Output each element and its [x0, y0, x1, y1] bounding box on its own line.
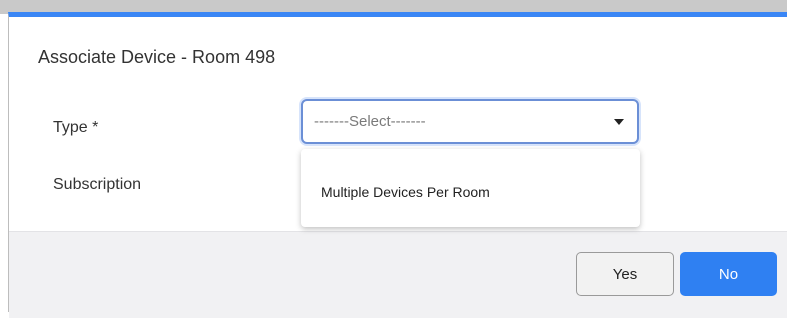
yes-button[interactable]: Yes: [576, 252, 674, 296]
no-button[interactable]: No: [680, 252, 777, 296]
subscription-label: Subscription: [53, 176, 142, 193]
dialog-footer: Yes No: [9, 231, 787, 318]
dialog-title: Associate Device - Room 498: [38, 47, 276, 67]
dropdown-option-multiple-devices-per-room[interactable]: Multiple Devices Per Room: [321, 184, 490, 200]
type-dropdown-menu: Multiple Devices Per Room: [301, 149, 640, 227]
associate-device-dialog: Associate Device - Room 498 Type * -----…: [8, 12, 787, 318]
type-label: Type *: [53, 119, 99, 136]
type-select[interactable]: -------Select-------: [301, 99, 639, 144]
chevron-down-icon[interactable]: [614, 119, 624, 125]
type-select-value: -------Select-------: [314, 113, 426, 130]
